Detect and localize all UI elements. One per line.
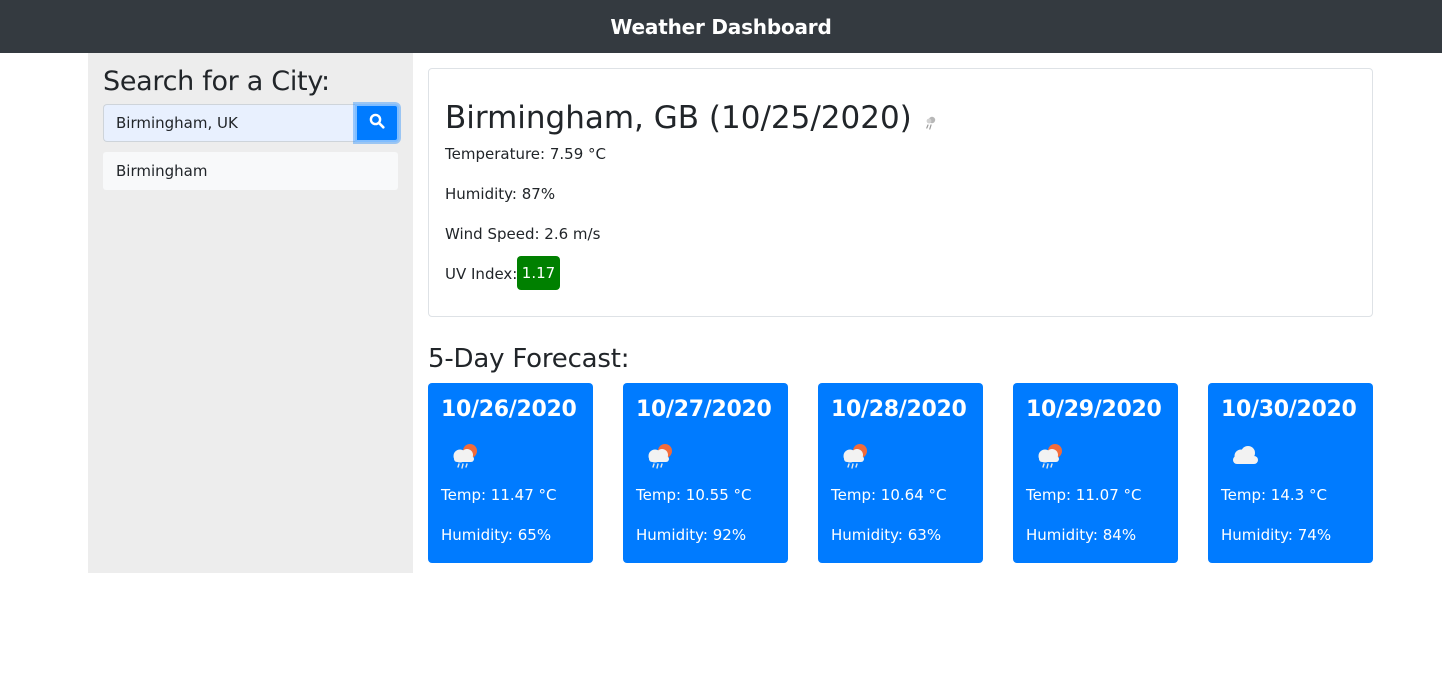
- forecast-humidity: Humidity: 63%: [831, 526, 942, 544]
- current-temperature: Temperature: 7.59 °C: [445, 145, 606, 163]
- forecast-humidity: Humidity: 92%: [636, 526, 747, 544]
- sun-rain-cloud-icon: [643, 441, 677, 475]
- sun-rain-cloud-icon: [838, 441, 872, 475]
- rain-shower-icon: [922, 104, 940, 140]
- forecast-row: 10/26/2020 Temp: 11.47 °C Humidity: 65% …: [428, 383, 1373, 563]
- forecast-date: 10/29/2020: [1026, 397, 1162, 422]
- search-icon: [369, 113, 385, 134]
- city-search-input[interactable]: [103, 104, 355, 142]
- uv-index-label: UV Index:: [445, 265, 518, 283]
- forecast-card: 10/28/2020 Temp: 10.64 °C Humidity: 63%: [818, 383, 983, 563]
- forecast-card: 10/26/2020 Temp: 11.47 °C Humidity: 65%: [428, 383, 593, 563]
- cloud-icon: [1228, 441, 1262, 475]
- forecast-card: 10/27/2020 Temp: 10.55 °C Humidity: 92%: [623, 383, 788, 563]
- forecast-temp: Temp: 10.55 °C: [636, 486, 752, 504]
- sun-rain-cloud-icon: [448, 441, 482, 475]
- city-date-text: Birmingham, GB (10/25/2020): [445, 100, 912, 136]
- app-title: Weather Dashboard: [610, 14, 832, 39]
- forecast-temp: Temp: 14.3 °C: [1221, 486, 1327, 504]
- current-weather-card: Birmingham, GB (10/25/2020) Temperature:…: [428, 68, 1373, 317]
- forecast-date: 10/27/2020: [636, 397, 772, 422]
- forecast-date: 10/28/2020: [831, 397, 967, 422]
- forecast-temp: Temp: 11.47 °C: [441, 486, 557, 504]
- search-button[interactable]: [355, 104, 399, 142]
- current-wind-speed: Wind Speed: 2.6 m/s: [445, 225, 601, 243]
- uv-index-badge: 1.17: [517, 256, 560, 290]
- history-item-birmingham[interactable]: Birmingham: [103, 152, 398, 190]
- forecast-date: 10/30/2020: [1221, 397, 1357, 422]
- forecast-temp: Temp: 11.07 °C: [1026, 486, 1142, 504]
- sidebar: Search for a City: Birmingham: [88, 53, 413, 573]
- forecast-humidity: Humidity: 74%: [1221, 526, 1332, 544]
- search-form: [103, 104, 399, 142]
- forecast-heading: 5-Day Forecast:: [428, 344, 630, 374]
- forecast-humidity: Humidity: 65%: [441, 526, 552, 544]
- forecast-card: 10/29/2020 Temp: 11.07 °C Humidity: 84%: [1013, 383, 1178, 563]
- navbar: Weather Dashboard: [0, 0, 1442, 53]
- forecast-card: 10/30/2020 Temp: 14.3 °C Humidity: 74%: [1208, 383, 1373, 563]
- search-heading: Search for a City:: [103, 66, 330, 97]
- forecast-temp: Temp: 10.64 °C: [831, 486, 947, 504]
- forecast-date: 10/26/2020: [441, 397, 577, 422]
- sun-rain-cloud-icon: [1033, 441, 1067, 475]
- current-humidity: Humidity: 87%: [445, 185, 556, 203]
- forecast-humidity: Humidity: 84%: [1026, 526, 1137, 544]
- current-city-title: Birmingham, GB (10/25/2020): [445, 96, 940, 140]
